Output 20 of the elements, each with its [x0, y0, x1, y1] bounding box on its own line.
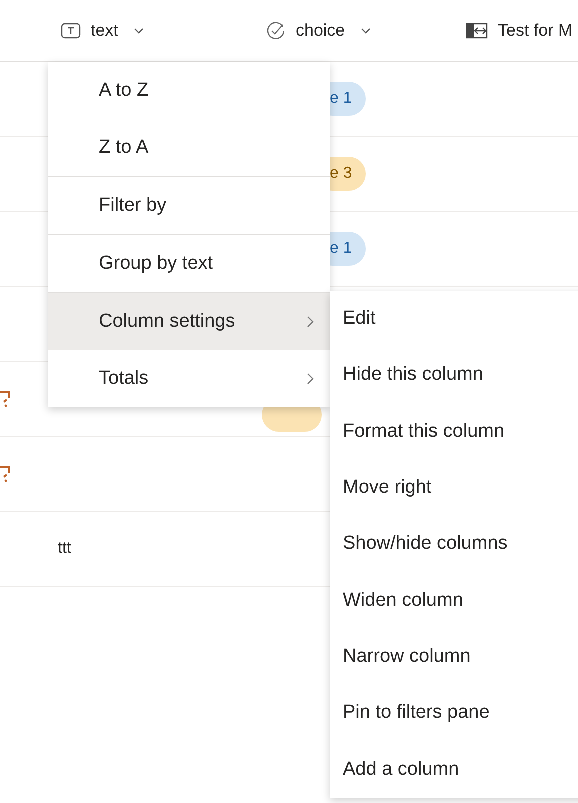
- text-field-icon: [61, 22, 81, 38]
- menu-item[interactable]: Group by text: [48, 235, 330, 292]
- menu-item[interactable]: Add a column: [330, 741, 578, 798]
- menu-item[interactable]: Narrow column: [330, 628, 578, 686]
- column-header[interactable]: choice: [266, 20, 466, 40]
- menu-item[interactable]: Hide this column: [330, 347, 578, 404]
- column-header[interactable]: Test for M: [466, 20, 573, 40]
- menu-item[interactable]: Column settings: [48, 293, 330, 350]
- menu-item[interactable]: Show/hide columns: [330, 516, 578, 572]
- menu-item[interactable]: Filter by: [48, 177, 330, 234]
- lookup-icon: [466, 22, 488, 38]
- menu-item[interactable]: Move right: [330, 460, 578, 516]
- check-circle-icon: [266, 20, 286, 40]
- menu-item[interactable]: Widen column: [330, 572, 578, 629]
- cell-text: ttt: [58, 540, 72, 557]
- menu-item[interactable]: Totals: [48, 350, 330, 407]
- column-header[interactable]: text: [61, 20, 266, 40]
- menu-item[interactable]: Format this column: [330, 404, 578, 460]
- menu-item[interactable]: Pin to filters pane: [330, 685, 578, 742]
- menu-item[interactable]: Edit: [330, 291, 578, 348]
